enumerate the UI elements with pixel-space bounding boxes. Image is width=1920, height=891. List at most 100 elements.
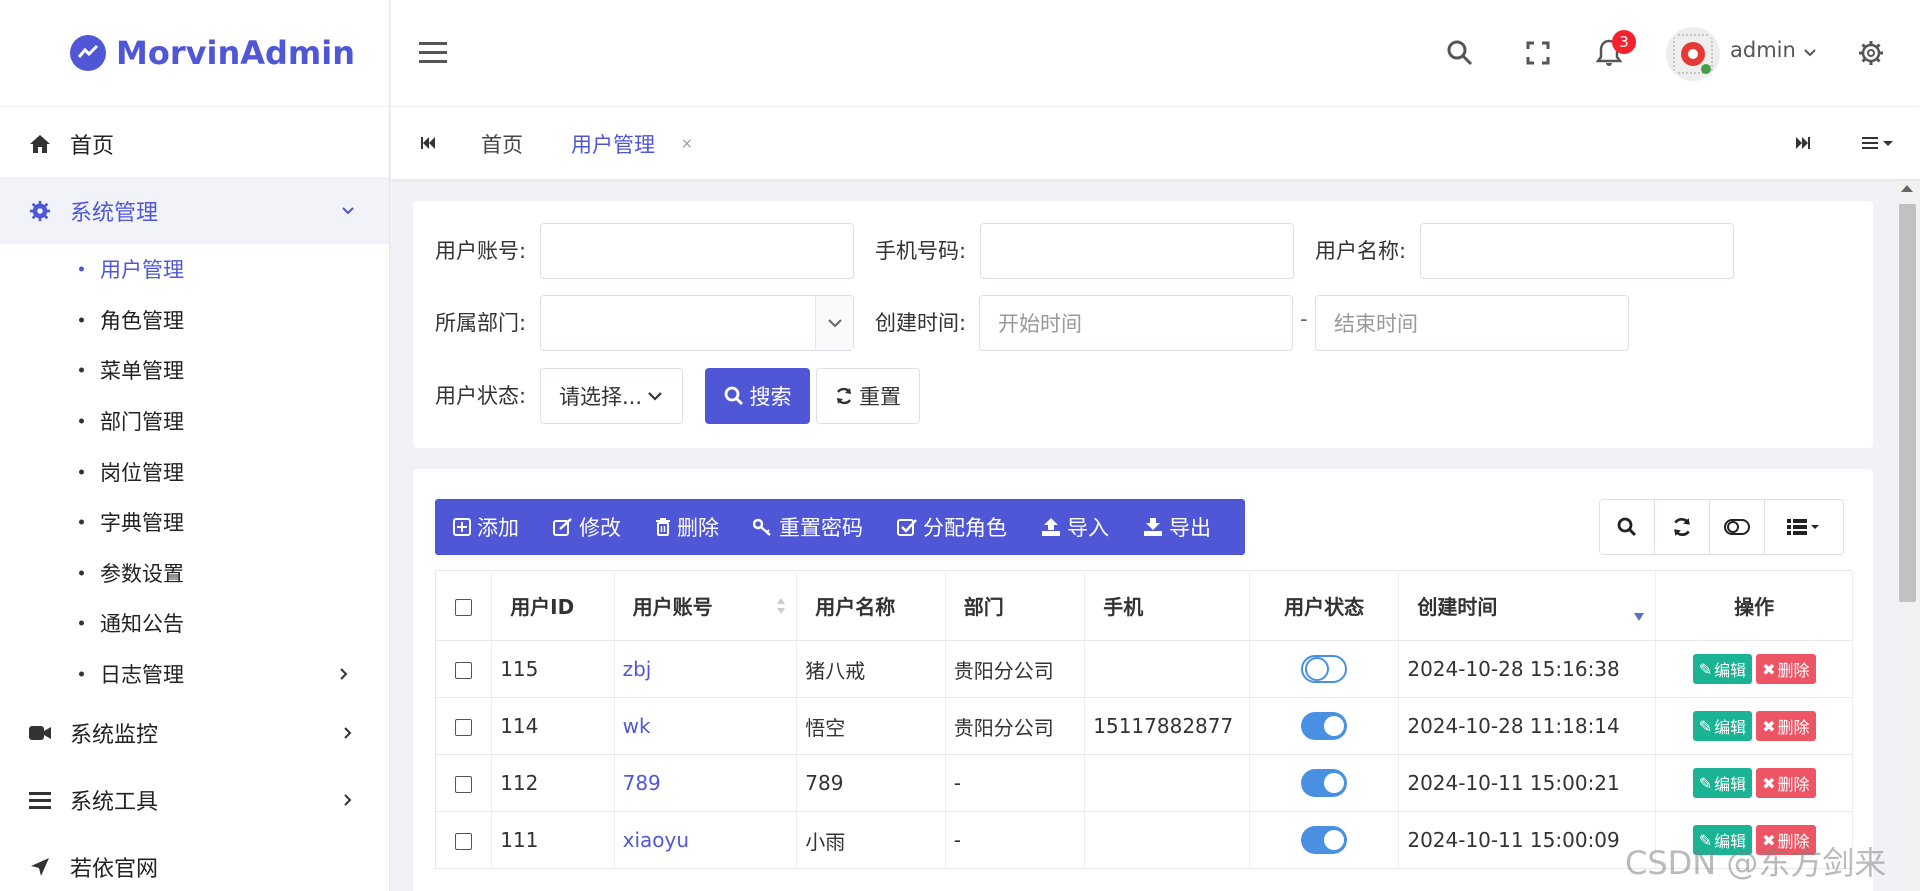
status-select[interactable]: 请选择... xyxy=(540,368,683,424)
sidebar-item-role-management[interactable]: 角色管理 xyxy=(0,295,389,346)
col-dept[interactable]: 部门 xyxy=(945,570,1086,641)
status-toggle[interactable] xyxy=(1301,769,1348,797)
row-edit-button[interactable]: ✎ 编辑 xyxy=(1692,768,1753,798)
cell-actions: ✎ 编辑 ✖ 删除 xyxy=(1655,697,1853,755)
row-edit-button[interactable]: ✎ 编辑 xyxy=(1692,654,1753,684)
gear-icon xyxy=(28,199,52,223)
sidebar-item-official-site[interactable]: 若依官网 xyxy=(0,833,389,891)
edit-icon: ✎ xyxy=(1698,659,1713,679)
range-separator: - xyxy=(1300,307,1308,331)
status-toggle[interactable] xyxy=(1301,655,1348,683)
delete-button[interactable]: 删除 xyxy=(655,512,719,542)
toggle-view-icon[interactable] xyxy=(1710,500,1765,554)
tab-home[interactable]: 首页 xyxy=(481,129,523,159)
status-toggle[interactable] xyxy=(1301,712,1348,740)
col-status[interactable]: 用户状态 xyxy=(1249,570,1400,641)
import-button[interactable]: 导入 xyxy=(1041,512,1109,542)
reset-button[interactable]: 重置 xyxy=(816,368,920,424)
search-form: 用户账号: 手机号码: 用户名称: 所属部门: 创建时间: 开始时间 - 结束时… xyxy=(413,201,1873,448)
scroll-up-icon[interactable] xyxy=(1901,185,1913,192)
tab-scroll-left-icon[interactable] xyxy=(416,131,440,155)
search-icon[interactable] xyxy=(1445,38,1475,68)
row-select-cell xyxy=(434,640,493,698)
fullscreen-icon[interactable] xyxy=(1523,38,1553,68)
row-select-cell xyxy=(434,697,493,755)
row-edit-button[interactable]: ✎ 编辑 xyxy=(1692,711,1753,741)
sidebar-item-config[interactable]: 参数设置 xyxy=(0,548,389,599)
refresh-icon[interactable] xyxy=(1655,500,1710,554)
end-time-input[interactable]: 结束时间 xyxy=(1315,295,1629,351)
sidebar-item-post-management[interactable]: 岗位管理 xyxy=(0,446,389,497)
sort-desc-icon[interactable] xyxy=(1633,603,1645,627)
user-account-input[interactable] xyxy=(540,223,854,279)
search-button[interactable]: 搜索 xyxy=(705,368,810,424)
row-checkbox[interactable] xyxy=(455,719,473,736)
user-account-link[interactable]: zbj xyxy=(623,657,652,681)
col-phone[interactable]: 手机 xyxy=(1084,570,1250,641)
user-account-link[interactable]: wk xyxy=(623,714,651,738)
edit-button[interactable]: 修改 xyxy=(553,512,621,542)
phone-label: 手机号码: xyxy=(875,239,967,263)
cell-status xyxy=(1249,754,1400,812)
user-account-link[interactable]: 789 xyxy=(623,771,661,795)
status-toggle[interactable] xyxy=(1301,826,1348,854)
sidebar-item-menu-management[interactable]: 菜单管理 xyxy=(0,345,389,396)
add-button[interactable]: 添加 xyxy=(453,512,519,542)
sidebar-item-monitor[interactable]: 系统监控 xyxy=(0,699,389,766)
select-all-checkbox[interactable] xyxy=(455,598,473,616)
table-header-row: 用户ID 用户账号 用户名称 部门 手机 用户状态 创建时间 操作 xyxy=(434,570,1853,641)
cell-actions: ✎ 编辑 ✖ 删除 xyxy=(1655,754,1853,812)
tab-options-icon[interactable] xyxy=(1859,131,1899,155)
close-icon[interactable]: × xyxy=(681,136,693,152)
sidebar-item-label: 若依官网 xyxy=(70,856,159,882)
tab-scroll-right-icon[interactable] xyxy=(1791,131,1815,155)
row-checkbox[interactable] xyxy=(455,833,473,850)
col-created-time-label: 创建时间 xyxy=(1417,595,1498,619)
sidebar-item-system[interactable]: 系统管理 xyxy=(0,177,389,244)
columns-dropdown-icon[interactable] xyxy=(1765,500,1843,554)
avatar[interactable] xyxy=(1666,27,1720,81)
notification-bell-icon[interactable]: 3 xyxy=(1594,30,1636,68)
user-account-link[interactable]: xiaoyu xyxy=(623,828,689,852)
row-select-cell xyxy=(434,811,493,869)
row-delete-label: 删除 xyxy=(1777,718,1810,737)
sidebar-item-dict-management[interactable]: 字典管理 xyxy=(0,497,389,548)
user-menu[interactable]: admin xyxy=(1730,38,1816,62)
cell-phone xyxy=(1084,811,1250,869)
sidebar-item-dept-management[interactable]: 部门管理 xyxy=(0,396,389,447)
col-created-time[interactable]: 创建时间 xyxy=(1398,570,1657,641)
start-time-input[interactable]: 开始时间 xyxy=(979,295,1293,351)
tab-user-management[interactable]: 用户管理 × xyxy=(571,129,693,159)
col-user-name[interactable]: 用户名称 xyxy=(796,570,946,641)
sort-icon[interactable] xyxy=(776,597,786,615)
page-scrollbar[interactable] xyxy=(1895,181,1920,891)
sidebar-item-tools[interactable]: 系统工具 xyxy=(0,766,389,833)
col-user-id[interactable]: 用户ID xyxy=(491,570,615,641)
table-row: 115 zbj 猪八戒 贵阳分公司 2024-10-28 15:16:38 ✎ 编… xyxy=(434,640,1853,698)
sidebar-item-user-management[interactable]: 用户管理 xyxy=(0,244,389,295)
row-delete-button[interactable]: ✖ 删除 xyxy=(1756,711,1816,741)
col-user-account[interactable]: 用户账号 xyxy=(614,570,798,641)
cell-phone xyxy=(1084,754,1250,812)
export-button[interactable]: 导出 xyxy=(1143,512,1211,542)
cell-status xyxy=(1249,811,1400,869)
phone-input[interactable] xyxy=(980,223,1294,279)
sidebar-item-home[interactable]: 首页 xyxy=(0,110,389,177)
row-checkbox[interactable] xyxy=(455,776,473,793)
row-delete-button[interactable]: ✖ 删除 xyxy=(1756,654,1816,684)
user-name-input[interactable] xyxy=(1420,223,1734,279)
sidebar-item-notice[interactable]: 通知公告 xyxy=(0,598,389,649)
action-toolbar: 添加 修改 删除 重置密码 分配角色 导入 导出 xyxy=(435,499,1245,555)
dept-select[interactable] xyxy=(540,295,854,351)
menu-toggle-icon[interactable] xyxy=(419,42,447,64)
row-delete-button[interactable]: ✖ 删除 xyxy=(1756,768,1816,798)
settings-gear-icon[interactable] xyxy=(1856,38,1886,68)
toggle-search-icon[interactable] xyxy=(1600,500,1655,554)
cell-user-account: wk xyxy=(614,697,798,755)
row-checkbox[interactable] xyxy=(455,662,473,679)
scrollbar-thumb[interactable] xyxy=(1899,204,1916,602)
assign-role-button[interactable]: 分配角色 xyxy=(897,512,1007,542)
sidebar-item-log-management[interactable]: 日志管理 xyxy=(0,649,389,700)
reset-password-button[interactable]: 重置密码 xyxy=(753,512,863,542)
app-logo[interactable]: MorvinAdmin xyxy=(0,0,389,107)
